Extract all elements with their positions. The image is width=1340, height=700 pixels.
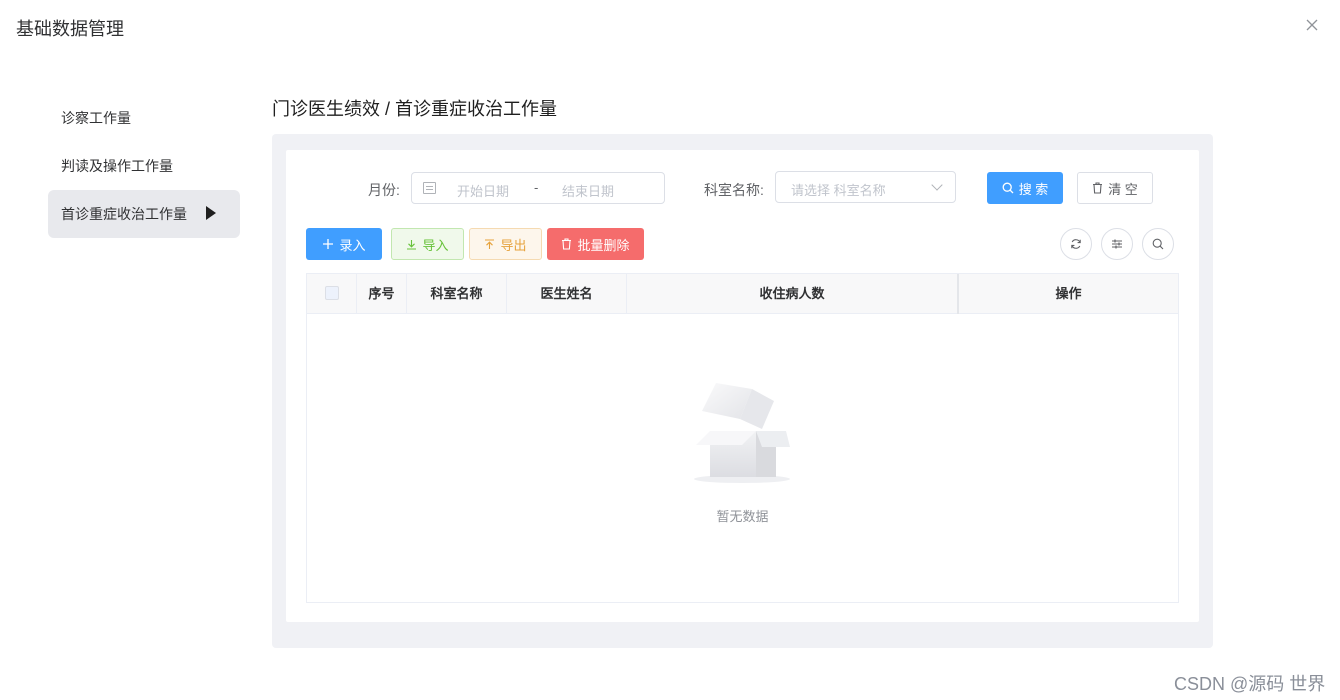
close-icon[interactable]	[1304, 17, 1320, 33]
column-header-index: 序号	[357, 274, 407, 314]
chevron-down-icon	[931, 179, 943, 191]
select-all-checkbox[interactable]	[324, 286, 339, 301]
table-header: 序号 科室名称 医生姓名 收住病人数 操作	[307, 274, 1178, 314]
sidebar-item-label: 首诊重症收治工作量	[61, 206, 187, 222]
page-title: 门诊医生绩效 / 首诊重症收治工作量	[272, 99, 558, 119]
export-button[interactable]: 导出	[469, 228, 542, 260]
column-header-doctor: 医生姓名	[507, 274, 627, 314]
sidebar-item-reading-operation-workload[interactable]: 判读及操作工作量	[48, 142, 240, 190]
column-header-admitted: 收住病人数	[627, 274, 959, 314]
month-label: 月份:	[368, 182, 400, 198]
batch-delete-button[interactable]: 批量删除	[547, 228, 644, 260]
add-button-label: 录入	[339, 237, 366, 253]
dept-label: 科室名称:	[704, 182, 764, 198]
import-button[interactable]: 导入	[391, 228, 464, 260]
column-header-actions: 操作	[1055, 286, 1082, 301]
columns-filter-button[interactable]	[1101, 228, 1133, 260]
active-arrow-icon	[206, 206, 216, 220]
start-date-input[interactable]: 开始日期	[457, 181, 509, 200]
sidebar: 诊察工作量 判读及操作工作量 首诊重症收治工作量	[48, 94, 240, 238]
calendar-icon	[423, 182, 436, 194]
export-button-label: 导出	[500, 237, 527, 253]
trash-icon	[562, 238, 572, 250]
clear-button[interactable]: 清 空	[1077, 172, 1153, 204]
clear-button-label: 清 空	[1108, 181, 1138, 197]
search-toggle-button[interactable]	[1142, 228, 1174, 260]
date-range-picker[interactable]: 开始日期 - 结束日期	[411, 172, 665, 204]
sidebar-item-label: 诊察工作量	[61, 110, 131, 126]
search-toggle-icon	[1152, 238, 1164, 250]
dialog-title: 基础数据管理	[16, 19, 124, 39]
download-icon	[407, 239, 417, 250]
add-button[interactable]: 录入	[306, 228, 382, 260]
select-all-cell	[307, 274, 357, 314]
column-header-dept: 科室名称	[407, 274, 507, 314]
trash-icon	[1093, 182, 1103, 194]
empty-state-text: 暂无数据	[716, 509, 769, 524]
search-icon	[1002, 182, 1014, 194]
sidebar-item-consultation-workload[interactable]: 诊察工作量	[48, 94, 240, 142]
refresh-icon	[1071, 239, 1081, 249]
columns-filter-icon	[1112, 239, 1122, 249]
sidebar-item-label: 判读及操作工作量	[61, 158, 173, 174]
refresh-button[interactable]	[1060, 228, 1092, 260]
dept-select[interactable]: 请选择 科室名称	[775, 171, 956, 203]
search-button[interactable]: 搜 索	[987, 172, 1063, 204]
sidebar-item-critical-admission-workload[interactable]: 首诊重症收治工作量	[48, 190, 240, 238]
empty-box-illustration	[694, 383, 790, 483]
range-separator: -	[534, 180, 539, 195]
dept-select-placeholder: 请选择 科室名称	[791, 183, 886, 198]
watermark: CSDN @源码 世界	[1174, 674, 1326, 694]
batch-delete-button-label: 批量删除	[577, 237, 630, 253]
import-button-label: 导入	[422, 237, 449, 253]
data-table: 序号 科室名称 医生姓名 收住病人数 操作 暂无数据	[306, 273, 1179, 603]
search-button-label: 搜 索	[1018, 181, 1049, 197]
end-date-input[interactable]: 结束日期	[562, 181, 614, 200]
plus-icon	[323, 239, 334, 249]
upload-icon	[485, 238, 495, 249]
